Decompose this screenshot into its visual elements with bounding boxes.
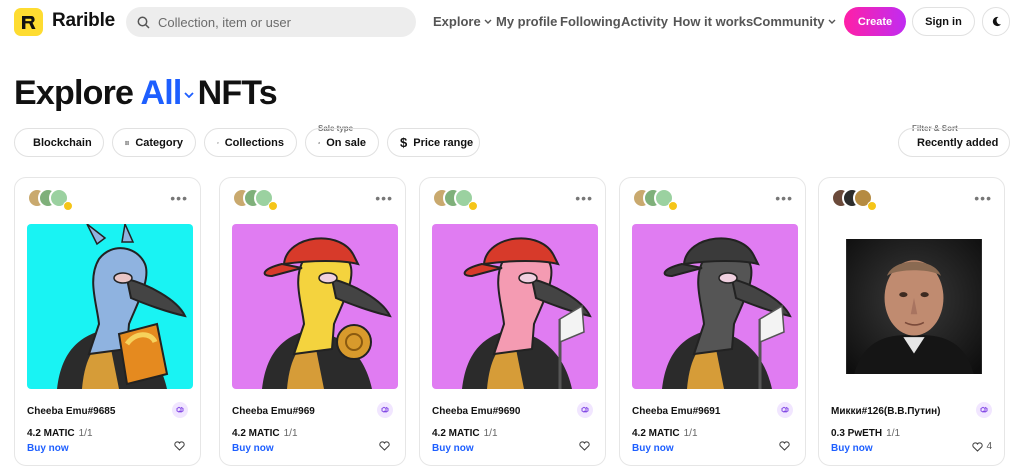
buy-now-link[interactable]: Buy now bbox=[27, 443, 69, 454]
polygon-chain-icon bbox=[777, 402, 793, 418]
filter-collections-button[interactable]: Collections bbox=[204, 128, 297, 157]
buy-now-link[interactable]: Buy now bbox=[831, 443, 873, 454]
nav-explore[interactable]: Explore bbox=[433, 14, 492, 29]
like-button[interactable]: 4 bbox=[972, 441, 992, 452]
nft-quantity: 1/1 bbox=[886, 428, 901, 439]
like-button[interactable] bbox=[779, 441, 793, 451]
price-row: 0.3 PwETH 1/1 bbox=[831, 428, 900, 439]
nft-card[interactable]: ••• Cheeba Emu#9690 4.2 MATIC 1/1 Buy now bbox=[419, 177, 606, 466]
nft-name[interactable]: Cheeba Emu#9685 bbox=[27, 406, 115, 417]
heart-icon bbox=[972, 441, 984, 452]
nav-activity[interactable]: Activity bbox=[621, 14, 668, 29]
polygon-chain-icon bbox=[377, 402, 393, 418]
verified-badge-icon bbox=[668, 201, 678, 211]
price-row: 4.2 MATIC 1/1 bbox=[232, 428, 298, 439]
title-prefix: Explore bbox=[14, 74, 134, 112]
rarible-logo-icon[interactable] bbox=[14, 8, 43, 36]
price-row: 4.2 MATIC 1/1 bbox=[27, 428, 93, 439]
nft-quantity: 1/1 bbox=[78, 428, 93, 439]
nft-quantity: 1/1 bbox=[283, 428, 298, 439]
price-row: 4.2 MATIC 1/1 bbox=[432, 428, 498, 439]
logo-text[interactable]: Rarible bbox=[52, 10, 115, 32]
sign-in-button[interactable]: Sign in bbox=[912, 7, 975, 36]
more-options-icon[interactable]: ••• bbox=[575, 190, 593, 206]
chevron-down-icon bbox=[828, 19, 835, 24]
verified-badge-icon bbox=[268, 201, 278, 211]
page-title: Explore All NFTs bbox=[14, 74, 278, 113]
chevron-down-icon bbox=[484, 19, 492, 24]
more-options-icon[interactable]: ••• bbox=[375, 190, 393, 206]
search-input[interactable] bbox=[158, 14, 398, 30]
verified-badge-icon bbox=[63, 201, 73, 211]
nft-price: 0.3 PwETH bbox=[831, 428, 883, 439]
nft-card[interactable]: ••• Cheeba Emu#9691 4.2 MATIC 1/1 Buy now bbox=[619, 177, 806, 466]
nft-quantity: 1/1 bbox=[683, 428, 698, 439]
moon-icon bbox=[992, 16, 1001, 27]
sort-button[interactable]: Recently added bbox=[898, 128, 1010, 157]
nft-quantity: 1/1 bbox=[483, 428, 498, 439]
verified-badge-icon bbox=[867, 201, 877, 211]
nft-card[interactable]: ••• Cheeba Emu#9685 4.2 MATIC 1/1 Buy now bbox=[14, 177, 201, 466]
nav-my-profile[interactable]: My profile bbox=[496, 14, 557, 29]
heart-icon bbox=[174, 441, 185, 451]
top-header: Rarible Explore My profile Following Act… bbox=[0, 0, 1024, 44]
like-button[interactable] bbox=[379, 441, 393, 451]
nft-name[interactable]: Cheeba Emu#969 bbox=[232, 406, 315, 417]
nft-name[interactable]: Cheeba Emu#9691 bbox=[632, 406, 720, 417]
dollar-icon: $ bbox=[400, 135, 408, 150]
heart-icon bbox=[579, 441, 590, 451]
title-category-dropdown[interactable]: All bbox=[141, 74, 183, 112]
like-count: 4 bbox=[986, 441, 992, 452]
nav-following[interactable]: Following bbox=[560, 14, 621, 29]
collections-icon bbox=[217, 141, 219, 144]
filter-sale-type-button[interactable]: On sale bbox=[305, 128, 379, 157]
nav-how-it-works[interactable]: How it works bbox=[673, 14, 753, 29]
title-suffix: NFTs bbox=[197, 74, 278, 112]
verified-badge-icon bbox=[468, 201, 478, 211]
chevron-down-icon[interactable] bbox=[183, 92, 194, 98]
like-button[interactable] bbox=[579, 441, 593, 451]
lightning-icon bbox=[318, 141, 320, 144]
more-options-icon[interactable]: ••• bbox=[974, 190, 992, 206]
nft-image[interactable] bbox=[432, 224, 598, 389]
nft-price: 4.2 MATIC bbox=[27, 428, 75, 439]
polygon-chain-icon bbox=[976, 402, 992, 418]
nft-image[interactable] bbox=[632, 224, 798, 389]
nav-community[interactable]: Community bbox=[753, 14, 836, 29]
grid-icon bbox=[125, 140, 130, 145]
filter-category-button[interactable]: Category bbox=[112, 128, 196, 157]
filter-blockchain-button[interactable]: Blockchain bbox=[14, 128, 104, 157]
nft-price: 4.2 MATIC bbox=[432, 428, 480, 439]
like-button[interactable] bbox=[174, 441, 188, 451]
price-row: 4.2 MATIC 1/1 bbox=[632, 428, 698, 439]
buy-now-link[interactable]: Buy now bbox=[632, 443, 674, 454]
nft-image[interactable] bbox=[27, 224, 193, 389]
more-options-icon[interactable]: ••• bbox=[170, 190, 188, 206]
create-button[interactable]: Create bbox=[844, 7, 906, 36]
buy-now-link[interactable]: Buy now bbox=[432, 443, 474, 454]
buy-now-link[interactable]: Buy now bbox=[232, 443, 274, 454]
search-bar[interactable] bbox=[126, 7, 416, 37]
polygon-chain-icon bbox=[577, 402, 593, 418]
more-options-icon[interactable]: ••• bbox=[775, 190, 793, 206]
search-icon bbox=[137, 16, 150, 29]
heart-icon bbox=[779, 441, 790, 451]
nft-price: 4.2 MATIC bbox=[232, 428, 280, 439]
nft-image[interactable] bbox=[232, 224, 398, 389]
nft-name[interactable]: Cheeba Emu#9690 bbox=[432, 406, 520, 417]
filter-price-range-button[interactable]: $ Price range bbox=[387, 128, 480, 157]
nft-card[interactable]: ••• Cheeba Emu#969 4.2 MATIC 1/1 Buy now bbox=[219, 177, 406, 466]
theme-toggle-button[interactable] bbox=[982, 7, 1010, 36]
polygon-chain-icon bbox=[172, 402, 188, 418]
nft-image[interactable] bbox=[831, 239, 997, 374]
nft-card[interactable]: ••• Микки#126(В.В.Путин) 0.3 PwETH 1/1 Bu… bbox=[818, 177, 1005, 466]
nft-name[interactable]: Микки#126(В.В.Путин) bbox=[831, 406, 941, 417]
nft-price: 4.2 MATIC bbox=[632, 428, 680, 439]
heart-icon bbox=[379, 441, 390, 451]
